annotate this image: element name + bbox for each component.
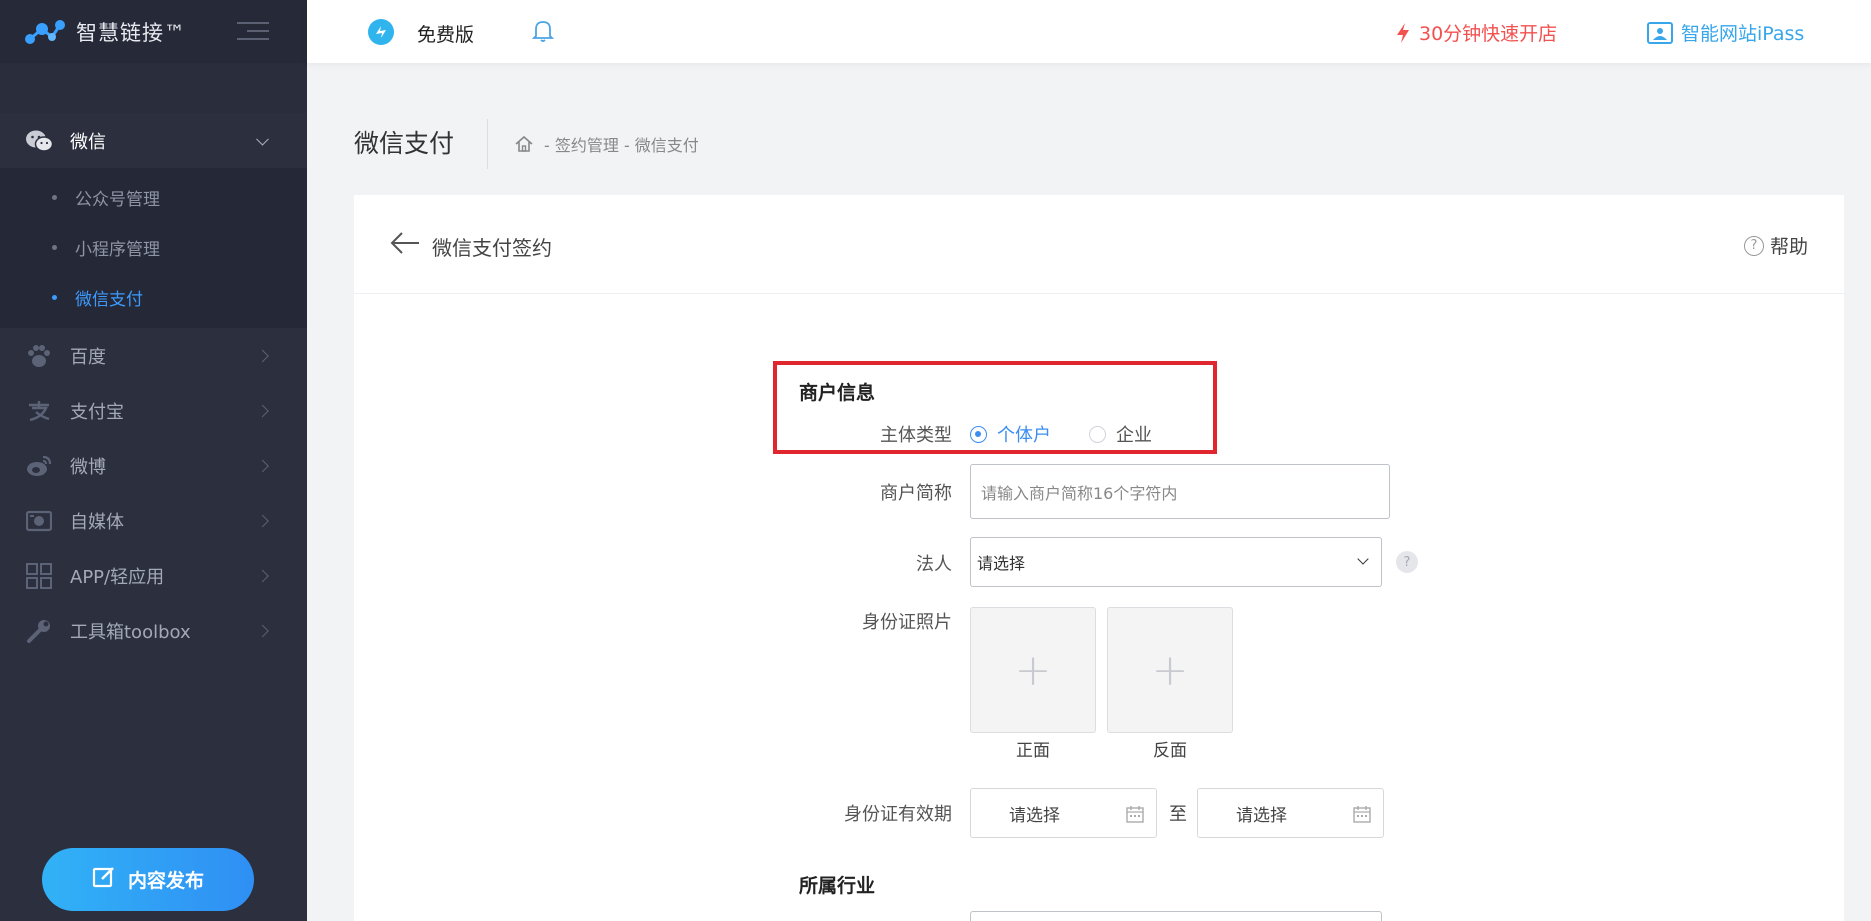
media-icon xyxy=(24,508,54,534)
id-valid-start-date[interactable]: 请选择 xyxy=(970,788,1157,838)
breadcrumb-path[interactable]: - 签约管理 - 微信支付 xyxy=(544,132,699,156)
sidebar-item-toolbox[interactable]: 工具箱toolbox xyxy=(0,603,307,658)
bell-icon[interactable] xyxy=(531,18,555,48)
sidebar-item-alipay[interactable]: 支付宝 xyxy=(0,383,307,438)
industry-section-title: 所属行业 xyxy=(799,875,876,897)
short-name-label: 商户简称 xyxy=(880,483,952,504)
industry-select[interactable] xyxy=(970,911,1382,921)
id-front-upload[interactable]: + xyxy=(970,607,1096,733)
sidebar-item-weibo[interactable]: 微博 xyxy=(0,438,307,493)
sidebar-item-label: 微博 xyxy=(70,456,106,478)
chevron-right-icon xyxy=(256,459,269,472)
publish-content-button[interactable]: 内容发布 xyxy=(42,848,254,911)
short-name-input[interactable]: 请输入商户简称16个字符内 xyxy=(970,464,1390,519)
chevron-right-icon xyxy=(256,569,269,582)
menu-toggle-icon[interactable] xyxy=(237,22,269,42)
help-link[interactable]: ? 帮助 xyxy=(1743,232,1808,259)
wrench-icon xyxy=(24,618,54,644)
sidebar-item-label: 工具箱toolbox xyxy=(70,621,191,643)
entity-type-label: 主体类型 xyxy=(880,425,952,446)
alipay-icon xyxy=(24,398,54,424)
sidebar-subitem-miniprogram[interactable]: 小程序管理 xyxy=(0,222,307,272)
radio-unchecked-icon xyxy=(1089,425,1106,443)
ipass-link[interactable]: 智能网站iPass xyxy=(1647,19,1804,46)
legal-person-label: 法人 xyxy=(916,554,952,575)
logo-icon xyxy=(24,17,66,47)
date-to-label: 至 xyxy=(1169,804,1187,825)
card-title: 微信支付签约 xyxy=(432,236,552,260)
radio-label: 个体户 xyxy=(997,425,1051,446)
breadcrumb: - 签约管理 - 微信支付 xyxy=(514,132,699,156)
website-icon xyxy=(1647,21,1673,44)
calendar-icon xyxy=(1353,805,1371,828)
sidebar-item-app[interactable]: APP/轻应用 xyxy=(0,548,307,603)
help-label: 帮助 xyxy=(1769,236,1808,258)
chevron-down-icon xyxy=(1357,553,1369,565)
calendar-icon xyxy=(1126,805,1144,828)
sidebar-subitem-wechat-pay[interactable]: 微信支付 xyxy=(0,272,307,322)
app-grid-icon xyxy=(24,562,54,589)
radio-checked-icon xyxy=(970,425,987,443)
quick-open-store-link[interactable]: 30分钟快速开店 xyxy=(1395,19,1557,46)
chevron-right-icon xyxy=(256,404,269,417)
sidebar-subitem-official-account[interactable]: 公众号管理 xyxy=(0,172,307,222)
plus-icon: + xyxy=(1151,644,1189,696)
date-value: 请选择 xyxy=(1236,805,1287,826)
edit-icon xyxy=(92,865,116,894)
date-value: 请选择 xyxy=(1009,805,1060,826)
sidebar-item-label: APP/轻应用 xyxy=(70,566,165,588)
chevron-right-icon xyxy=(256,514,269,527)
chevron-down-icon xyxy=(256,132,269,146)
merchant-section-title: 商户信息 xyxy=(799,382,876,404)
ipass-label: 智能网站iPass xyxy=(1681,23,1805,45)
sidebar-subitem-label: 公众号管理 xyxy=(75,189,160,210)
topbar: 免费版 30分钟快速开店 智能网站iPass xyxy=(307,0,1871,63)
card-header: 微信支付签约 ? 帮助 xyxy=(354,195,1844,294)
sidebar-item-baidu[interactable]: 百度 xyxy=(0,328,307,383)
page-title: 微信支付 xyxy=(354,129,455,158)
id-back-upload[interactable]: + xyxy=(1107,607,1233,733)
plus-icon: + xyxy=(1014,644,1052,696)
radio-label: 企业 xyxy=(1116,425,1152,446)
id-photo-label: 身份证照片 xyxy=(862,612,952,633)
sidebar-item-label: 自媒体 xyxy=(70,511,124,533)
question-icon: ? xyxy=(1743,235,1764,256)
brand-name: 智慧链接™ xyxy=(76,20,186,45)
sidebar-item-media[interactable]: 自媒体 xyxy=(0,493,307,548)
lightning-icon xyxy=(1397,22,1409,43)
weibo-icon xyxy=(24,453,54,479)
id-validity-label: 身份证有效期 xyxy=(844,804,952,825)
paw-icon xyxy=(24,343,54,369)
id-back-label: 反面 xyxy=(1153,741,1187,761)
title-divider xyxy=(487,119,488,169)
chevron-right-icon xyxy=(256,349,269,362)
wechat-icon xyxy=(24,128,54,154)
publish-label: 内容发布 xyxy=(127,870,204,892)
question-icon[interactable]: ? xyxy=(1396,551,1418,573)
quick-open-label: 30分钟快速开店 xyxy=(1419,23,1558,45)
sidebar-subitem-label: 小程序管理 xyxy=(75,239,160,260)
free-version-label[interactable]: 免费版 xyxy=(417,20,474,47)
legal-person-select[interactable]: 请选择 xyxy=(970,537,1382,587)
sidebar-item-label: 微信 xyxy=(70,132,106,153)
free-version-icon xyxy=(367,18,395,50)
wechat-submenu: 公众号管理 小程序管理 微信支付 xyxy=(0,168,307,328)
sidebar-item-label: 支付宝 xyxy=(70,401,124,423)
home-icon[interactable] xyxy=(514,134,534,154)
radio-individual[interactable]: 个体户 xyxy=(970,421,1051,447)
sidebar-item-label: 百度 xyxy=(70,346,106,368)
radio-enterprise[interactable]: 企业 xyxy=(1089,421,1152,447)
id-valid-end-date[interactable]: 请选择 xyxy=(1197,788,1384,838)
back-arrow-icon[interactable] xyxy=(390,231,420,259)
select-value: 请选择 xyxy=(977,554,1026,573)
sidebar: 智慧链接™ 微信 公众号管理 小程序管理 微信支付 百度 支付宝 微博 自媒体 … xyxy=(0,0,307,921)
sidebar-subitem-label: 微信支付 xyxy=(75,289,143,310)
id-front-label: 正面 xyxy=(1016,741,1050,761)
sidebar-item-wechat[interactable]: 微信 xyxy=(0,114,307,168)
chevron-right-icon xyxy=(256,624,269,637)
